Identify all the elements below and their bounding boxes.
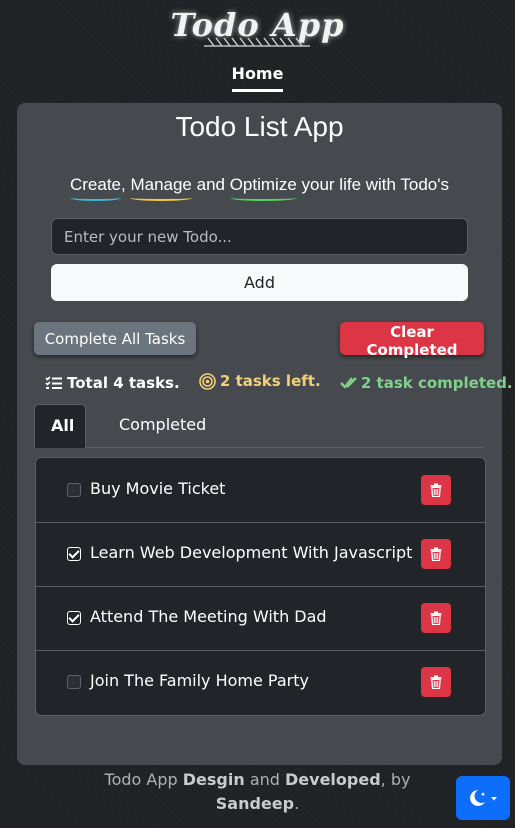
tab-all[interactable]: All [34, 404, 86, 448]
footer-text-1: Todo App [104, 770, 183, 789]
tagline-manage: Manage [130, 175, 193, 201]
list-item: Learn Web Development With Javascript [36, 522, 485, 587]
delete-todo-button[interactable] [421, 603, 451, 633]
stat-left-text: 2 tasks left. [219, 372, 321, 390]
footer-text-4: . [294, 794, 300, 813]
logo-text: Todo App [170, 6, 345, 44]
todo-text: Join The Family Home Party [90, 671, 309, 690]
stat-completed-text: 2 task completed. [360, 373, 513, 392]
list-check-icon [45, 375, 62, 389]
nav-bar: Home [0, 64, 515, 92]
tagline-create: Create [69, 175, 122, 201]
delete-todo-button[interactable] [421, 475, 451, 505]
list-item: Attend The Meeting With Dad [36, 586, 485, 651]
list-item: Join The Family Home Party [36, 650, 485, 714]
delete-todo-button[interactable] [421, 667, 451, 697]
clear-completed-button[interactable]: Clear Completed [340, 322, 484, 359]
page-title: Todo List App [175, 111, 344, 142]
footer-text-3: , by [380, 770, 411, 789]
trash-icon [430, 483, 442, 497]
list-item: Buy Movie Ticket [36, 458, 485, 523]
theme-toggle-button[interactable] [456, 776, 510, 820]
filter-tabs: All Completed [34, 404, 484, 448]
target-icon [199, 372, 216, 390]
stat-total-text: Total 4 tasks. [67, 373, 180, 392]
todo-text: Attend The Meeting With Dad [90, 607, 327, 626]
tagline: Create, Manage and Optimize your life wi… [17, 175, 502, 201]
trash-icon [430, 675, 442, 689]
stat-left: 2 tasks left. [199, 372, 321, 390]
tagline-sep1: , [121, 175, 131, 194]
footer-author: Sandeep [215, 794, 295, 813]
stat-total: Total 4 tasks. [45, 374, 180, 392]
todo-checkbox[interactable] [67, 675, 81, 689]
moon-stars-icon [470, 790, 497, 806]
todo-card: Todo List App Create, Manage and Optimiz… [17, 103, 513, 765]
todo-text: Learn Web Development With Javascript [90, 543, 413, 562]
trash-icon [430, 547, 442, 561]
nav-home-link[interactable]: Home [231, 64, 284, 92]
task-stats: Total 4 tasks. 2 tasks left. 2 task comp… [45, 372, 515, 394]
footer-bold-design: Desgin [182, 770, 245, 789]
footer-bold-developed: Developed [285, 770, 381, 789]
todo-checkbox[interactable] [67, 547, 81, 561]
stat-completed: 2 task completed. [340, 374, 513, 392]
app-logo: Todo App [0, 6, 515, 48]
delete-todo-button[interactable] [421, 539, 451, 569]
footer-text-2: and [244, 770, 286, 789]
new-todo-input[interactable] [51, 218, 468, 255]
tagline-optimize: Optimize [229, 175, 297, 201]
trash-icon [430, 611, 442, 625]
todo-list: Buy Movie Ticket Learn Web Development W… [35, 457, 486, 716]
tagline-sep2: and [191, 175, 230, 194]
add-todo-button[interactable]: Add [51, 264, 468, 301]
double-check-icon [340, 376, 357, 389]
tab-completed[interactable]: Completed [103, 404, 222, 447]
footer-credits: Todo App Desgin and Developed, by Sandeep… [0, 768, 515, 816]
todo-checkbox[interactable] [67, 611, 81, 625]
todo-text: Buy Movie Ticket [90, 479, 226, 498]
complete-all-button[interactable]: Complete All Tasks [34, 322, 196, 355]
tagline-rest: your life with Todo's [296, 175, 450, 194]
todo-checkbox[interactable] [67, 483, 81, 497]
